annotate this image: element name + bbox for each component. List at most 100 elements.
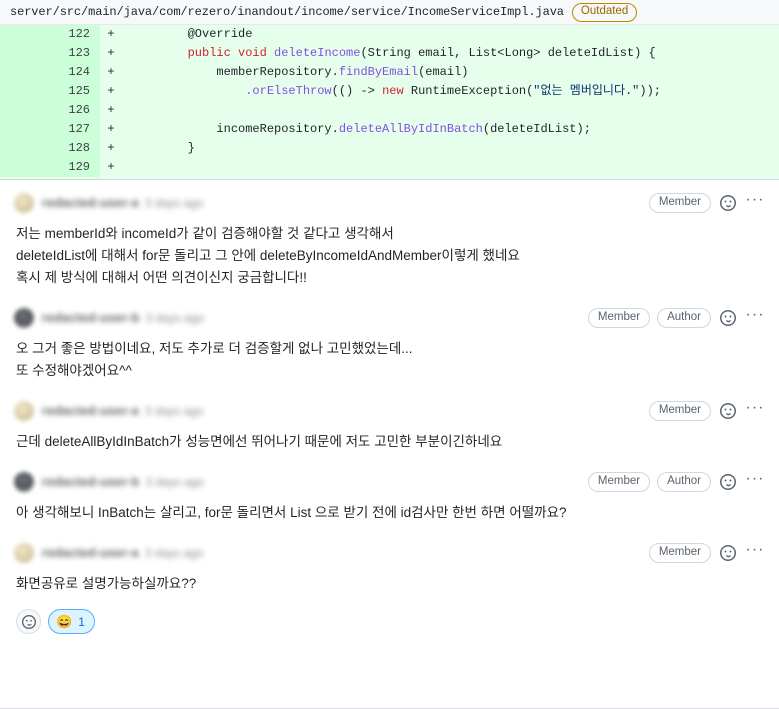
avatar[interactable] bbox=[14, 401, 34, 421]
diff-line-number: 127 bbox=[0, 120, 100, 139]
diff-line[interactable]: 122 + @Override bbox=[0, 25, 779, 44]
comment-author-meta: redacted-user-a 3 days ago bbox=[42, 196, 204, 210]
diff-line-number: 123 bbox=[0, 44, 100, 63]
kebab-menu-icon[interactable]: ··· bbox=[745, 307, 765, 328]
diff-line[interactable]: 126 + bbox=[0, 101, 779, 120]
role-badge-member: Member bbox=[648, 401, 711, 421]
role-badge-author: Author bbox=[657, 472, 711, 492]
code-token: (email) bbox=[418, 65, 469, 79]
comment-header-actions: Member Author ··· bbox=[587, 471, 765, 492]
code-token: deleteAllByIdInBatch bbox=[338, 122, 483, 136]
diff-line-number: 124 bbox=[0, 63, 100, 82]
comment-list: redacted-user-a 3 days ago Member ··· 저는 mem… bbox=[0, 180, 779, 644]
laugh-reaction[interactable]: 😄 1 bbox=[48, 609, 95, 634]
kebab-menu-icon[interactable]: ··· bbox=[745, 471, 765, 492]
diff-line-marker: + bbox=[100, 158, 122, 177]
diff-line[interactable]: 125 + .orElseThrow(() -> new RuntimeExcep… bbox=[0, 82, 779, 101]
comment-author-name[interactable]: redacted-user-b bbox=[42, 311, 139, 325]
comment-header-actions: Member ··· bbox=[648, 542, 765, 563]
diff-line[interactable]: 124 + memberRepository.findByEmail(email) bbox=[0, 63, 779, 82]
kebab-menu-icon[interactable]: ··· bbox=[745, 542, 765, 563]
code-token: (deleteIdList); bbox=[482, 122, 591, 136]
comment-author-name[interactable]: redacted-user-a bbox=[42, 196, 139, 210]
diff-line[interactable]: 123 + public void deleteIncome(String ema… bbox=[0, 44, 779, 63]
smiley-icon[interactable] bbox=[718, 193, 738, 213]
role-badge-author: Author bbox=[657, 308, 711, 328]
comment-header: redacted-user-a 3 days ago Member ··· bbox=[14, 192, 765, 214]
comment-body: 아 생각해보니 InBatch는 살리고, for문 돌리면서 List 으로 … bbox=[16, 505, 567, 520]
code-token: incomeRepository. bbox=[130, 122, 339, 136]
smiley-icon[interactable] bbox=[718, 472, 738, 492]
role-badge-member: Member bbox=[648, 543, 711, 563]
role-badge-member: Member bbox=[587, 308, 651, 328]
code-token: void bbox=[238, 46, 267, 60]
comment-timestamp[interactable]: 3 days ago bbox=[145, 196, 204, 210]
diff-line-code: .orElseThrow(() -> new RuntimeException(… bbox=[122, 82, 779, 101]
file-path-label[interactable]: server/src/main/java/com/rezero/inandout… bbox=[10, 5, 564, 19]
comment-timestamp[interactable]: 3 days ago bbox=[145, 311, 204, 325]
smiley-icon[interactable] bbox=[718, 308, 738, 328]
code-token: (String email, List<Long> deleteIdList) … bbox=[360, 46, 656, 60]
comment-header-actions: Member ··· bbox=[648, 192, 765, 213]
diff-line-marker: + bbox=[100, 139, 122, 158]
avatar[interactable] bbox=[14, 543, 34, 563]
add-reaction-icon[interactable] bbox=[16, 609, 41, 634]
reaction-count: 1 bbox=[78, 614, 85, 629]
smiley-icon[interactable] bbox=[718, 543, 738, 563]
diff-line[interactable]: 127 + incomeRepository.deleteAllByIdInBat… bbox=[0, 120, 779, 139]
avatar[interactable] bbox=[14, 193, 34, 213]
diff-hunk: 122 + @Override 123 + public void deleteInc… bbox=[0, 25, 779, 180]
outdated-badge: Outdated bbox=[571, 2, 638, 22]
reaction-emoji: 😄 bbox=[56, 614, 73, 629]
avatar[interactable] bbox=[14, 308, 34, 328]
kebab-menu-icon[interactable]: ··· bbox=[745, 400, 765, 421]
comment-author-name[interactable]: redacted-user-a bbox=[42, 546, 139, 560]
diff-line-marker: + bbox=[100, 25, 122, 44]
diff-line-marker: + bbox=[100, 101, 122, 120]
review-comment: redacted-user-a 3 days ago Member ··· 화면공유로 … bbox=[0, 530, 779, 644]
comment-timestamp[interactable]: 3 days ago bbox=[145, 404, 204, 418]
smiley-icon[interactable] bbox=[718, 401, 738, 421]
comment-author-meta: redacted-user-b 3 days ago bbox=[42, 311, 204, 325]
diff-line-code: memberRepository.findByEmail(email) bbox=[122, 63, 779, 82]
code-token: new bbox=[382, 84, 404, 98]
comment-timestamp[interactable]: 3 days ago bbox=[145, 475, 204, 489]
comment-header-actions: Member Author ··· bbox=[587, 307, 765, 328]
code-token: findByEmail bbox=[338, 65, 419, 79]
diff-line-marker: + bbox=[100, 63, 122, 82]
comment-author-meta: redacted-user-a 3 days ago bbox=[42, 404, 204, 418]
diff-line-number: 122 bbox=[0, 25, 100, 44]
role-badge-member: Member bbox=[587, 472, 651, 492]
code-token: RuntimeException( bbox=[403, 84, 534, 98]
kebab-menu-icon[interactable]: ··· bbox=[745, 192, 765, 213]
comment-author-name[interactable]: redacted-user-a bbox=[42, 404, 139, 418]
comment-author-name[interactable]: redacted-user-b bbox=[42, 475, 139, 489]
code-token: memberRepository. bbox=[130, 65, 339, 79]
code-token: } bbox=[130, 141, 195, 155]
diff-line-marker: + bbox=[100, 44, 122, 63]
comment-author-meta: redacted-user-b 3 days ago bbox=[42, 475, 204, 489]
review-comment: redacted-user-a 3 days ago Member ··· 저는 mem… bbox=[0, 180, 779, 295]
comment-body: 화면공유로 설명가능하실까요?? bbox=[16, 576, 197, 591]
comment-header: redacted-user-b 3 days ago Member Author ··· bbox=[14, 471, 765, 493]
comment-author-meta: redacted-user-a 3 days ago bbox=[42, 546, 204, 560]
comment-timestamp[interactable]: 3 days ago bbox=[145, 546, 204, 560]
code-token: deleteIncome bbox=[274, 46, 361, 60]
comment-header-actions: Member ··· bbox=[648, 400, 765, 421]
code-token: "없는 멤버입니다." bbox=[533, 84, 640, 98]
code-token: .orElseThrow bbox=[245, 84, 332, 98]
diff-line[interactable]: 129 + bbox=[0, 158, 779, 177]
comment-header: redacted-user-b 3 days ago Member Author ··· bbox=[14, 307, 765, 329]
comment-header: redacted-user-a 3 days ago Member ··· bbox=[14, 542, 765, 564]
avatar[interactable] bbox=[14, 472, 34, 492]
code-token: public bbox=[187, 46, 231, 60]
diff-line-number: 125 bbox=[0, 82, 100, 101]
code-token: )); bbox=[639, 84, 661, 98]
diff-line[interactable]: 128 + } bbox=[0, 139, 779, 158]
comment-header: redacted-user-a 3 days ago Member ··· bbox=[14, 400, 765, 422]
diff-line-code: @Override bbox=[122, 25, 779, 44]
review-comment: redacted-user-b 3 days ago Member Author ···… bbox=[0, 295, 779, 388]
